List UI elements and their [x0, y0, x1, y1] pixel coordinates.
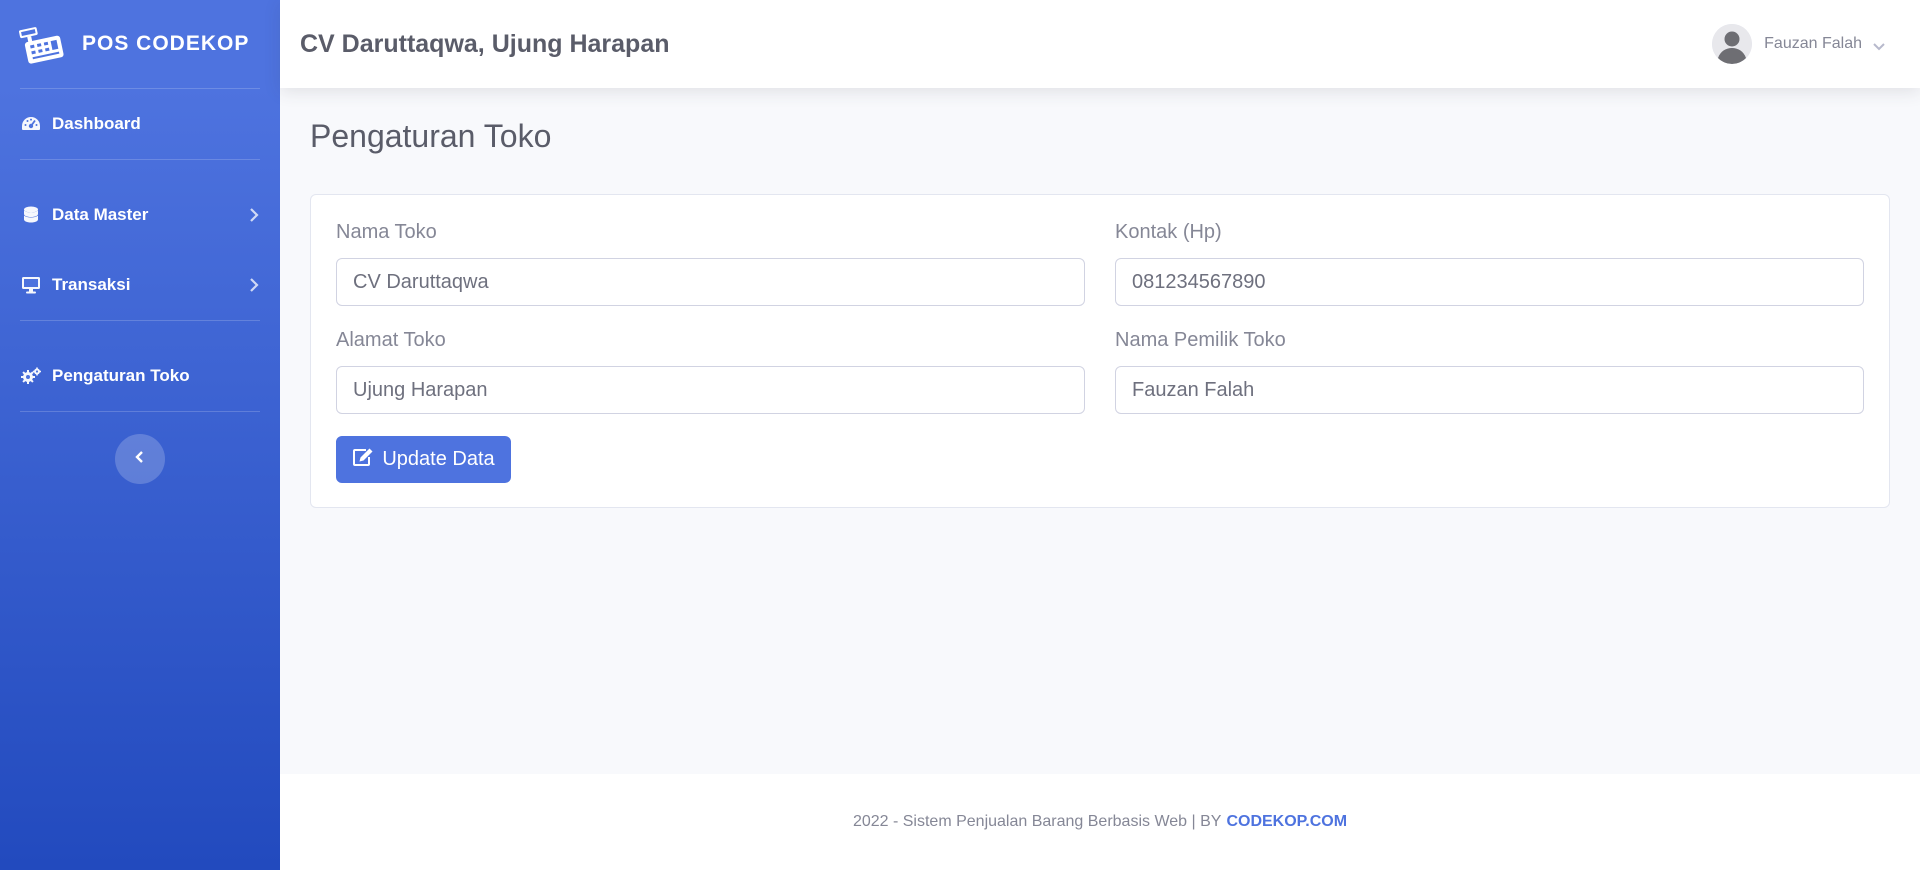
edit-icon — [352, 447, 382, 473]
user-menu[interactable]: Fauzan Falah — [1712, 24, 1886, 64]
page-title: Pengaturan Toko — [310, 118, 552, 154]
chevron-right-icon — [248, 277, 260, 293]
store-title: CV Daruttaqwa, Ujung Harapan — [300, 29, 670, 58]
update-data-button[interactable]: Update Data — [336, 436, 511, 483]
nama-toko-label: Nama Toko — [336, 221, 437, 243]
alamat-label: Alamat Toko — [336, 329, 446, 351]
settings-card: Nama Toko CV Daruttaqwa Kontak (Hp) 0812… — [310, 194, 1890, 508]
footer-text: 2022 - Sistem Penjualan Barang Berbasis … — [852, 813, 1222, 830]
sidebar-item-label: Pengaturan Toko — [52, 366, 190, 385]
topbar: CV Daruttaqwa, Ujung Harapan Fauzan Fala… — [280, 0, 1920, 88]
chevron-down-icon — [1872, 39, 1886, 51]
sidebar-item-label: Dashboard — [52, 114, 141, 133]
sidebar-item-label: Data Master — [52, 205, 149, 224]
database-icon — [20, 205, 42, 225]
user-name: Fauzan Falah — [1764, 35, 1862, 52]
cogs-icon — [20, 366, 42, 386]
sidebar-item-pengaturan-toko[interactable]: Pengaturan Toko — [0, 341, 280, 411]
chevron-left-icon — [134, 450, 146, 469]
sidebar-item-dashboard[interactable]: Dashboard — [0, 89, 280, 159]
sidebar-toggle-button[interactable] — [115, 434, 165, 484]
brand-name: POS CODEKOP — [82, 32, 250, 55]
brand[interactable]: POS CODEKOP — [0, 0, 280, 88]
update-data-label: Update Data — [382, 448, 495, 470]
sidebar: POS CODEKOP Dashboard Data Master Transa… — [0, 0, 280, 870]
sidebar-toggle-wrap — [0, 412, 280, 484]
alamat-input[interactable]: Ujung Harapan — [336, 366, 1085, 414]
chevron-right-icon — [248, 207, 260, 223]
pemilik-group: Nama Pemilik Toko Fauzan Falah — [1115, 329, 1864, 414]
desktop-icon — [20, 275, 42, 295]
avatar — [1712, 24, 1753, 64]
kontak-group: Kontak (Hp) 081234567890 — [1115, 221, 1864, 306]
kontak-input[interactable]: 081234567890 — [1115, 258, 1864, 306]
nama-toko-group: Nama Toko CV Daruttaqwa — [336, 221, 1085, 306]
gauge-icon — [20, 114, 42, 134]
sidebar-item-label: Transaksi — [52, 275, 131, 294]
nama-toko-input[interactable]: CV Daruttaqwa — [336, 258, 1085, 306]
kontak-label: Kontak (Hp) — [1115, 221, 1222, 243]
sidebar-item-transaksi[interactable]: Transaksi — [0, 250, 280, 320]
pemilik-label: Nama Pemilik Toko — [1115, 329, 1286, 351]
cash-register-icon — [18, 20, 66, 68]
alamat-group: Alamat Toko Ujung Harapan — [336, 329, 1085, 414]
footer-link[interactable]: CODEKOP.COM — [1226, 813, 1347, 831]
sidebar-item-data-master[interactable]: Data Master — [0, 180, 280, 250]
footer: 2022 - Sistem Penjualan Barang Berbasis … — [280, 774, 1920, 870]
pemilik-input[interactable]: Fauzan Falah — [1115, 366, 1864, 414]
